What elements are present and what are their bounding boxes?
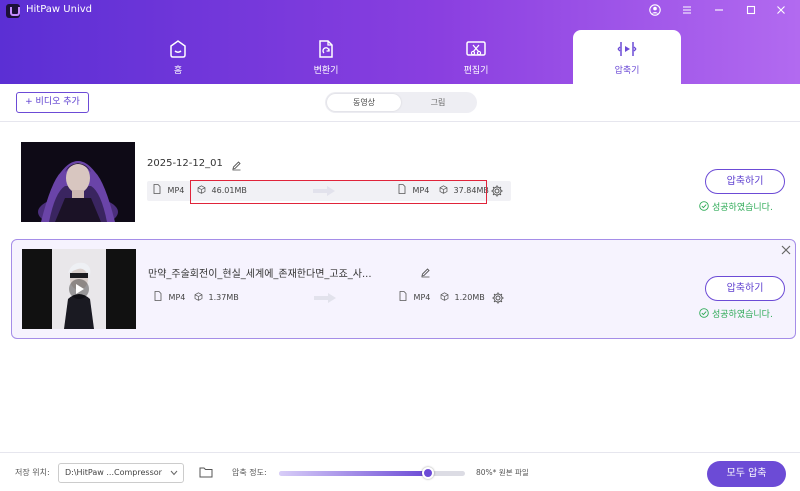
save-location-label: 저장 위치:: [15, 468, 50, 477]
tab-label: 압축기: [614, 66, 640, 76]
tab-editor[interactable]: 편집기: [422, 30, 530, 84]
file-icon: [153, 184, 161, 194]
converter-icon: [319, 40, 333, 58]
chevron-down-icon: [170, 470, 178, 476]
account-icon[interactable]: [646, 2, 664, 18]
file-name: 2025-12-12_01: [147, 158, 223, 169]
compression-level-label: 압축 정도:: [232, 468, 267, 477]
target-format: MP4: [399, 288, 430, 308]
tab-compressor[interactable]: 압축기: [573, 30, 681, 84]
title-bar: HitPaw Univd 홈 변환기 편집기 압축기: [0, 0, 800, 84]
edit-name-icon[interactable]: [420, 267, 431, 278]
cube-icon: [440, 292, 449, 301]
video-thumbnail[interactable]: [22, 249, 136, 329]
source-size-label: 1.37MB: [208, 293, 239, 302]
app-title: HitPaw Univd: [26, 4, 92, 15]
source-size: 1.37MB: [194, 288, 239, 308]
toolbar: + 비디오 추가 동영상 그림: [0, 84, 800, 122]
compression-info-row: MP4 1.37MB MP4 1.20MB: [148, 288, 512, 308]
compress-button[interactable]: 압축하기: [705, 276, 785, 301]
home-icon: [170, 40, 186, 58]
file-icon: [399, 291, 407, 301]
target-format-label: MP4: [413, 293, 431, 302]
cube-icon: [194, 292, 203, 301]
remove-file-icon[interactable]: [780, 244, 792, 256]
tab-label: 변환기: [313, 66, 339, 76]
compression-slider-track[interactable]: [279, 471, 465, 476]
maximize-icon[interactable]: [742, 2, 760, 18]
tab-label: 홈: [173, 66, 183, 76]
segment-image[interactable]: 그림: [401, 94, 475, 111]
bottom-bar: 저장 위치: D:\HitPaw ...Compressor 압축 정도: 80…: [0, 452, 800, 491]
compression-level-value: 80%* 원본 파일: [476, 468, 529, 477]
file-icon: [154, 291, 162, 301]
media-type-toggle: 동영상 그림: [325, 92, 477, 113]
tab-home[interactable]: 홈: [124, 30, 232, 84]
source-format: MP4: [153, 181, 184, 201]
compress-all-button[interactable]: 모두 압축: [707, 461, 786, 487]
compression-slider-thumb[interactable]: [421, 467, 434, 479]
edit-name-icon[interactable]: [231, 160, 242, 171]
status-text: 성공하였습니다.: [712, 310, 773, 320]
compress-button[interactable]: 압축하기: [705, 169, 785, 194]
check-circle-icon: [699, 308, 709, 318]
editor-icon: [466, 41, 486, 56]
video-thumbnail[interactable]: [21, 142, 135, 222]
settings-gear-icon[interactable]: [490, 184, 504, 198]
file-card-selected[interactable]: 만약_주술회전이_현실_세계에_존재한다면_고죠_사... MP4 1.37MB…: [11, 239, 796, 339]
compression-slider-fill: [279, 471, 428, 476]
tab-converter[interactable]: 변환기: [272, 30, 380, 84]
source-format-label: MP4: [168, 293, 186, 302]
target-size: 1.20MB: [440, 288, 485, 308]
status-text: 성공하였습니다.: [712, 203, 773, 213]
settings-gear-icon[interactable]: [491, 291, 505, 305]
minimize-icon[interactable]: [710, 2, 728, 18]
menu-icon[interactable]: [678, 2, 696, 18]
target-size-label: 1.20MB: [454, 293, 485, 302]
tab-label: 편집기: [463, 66, 489, 76]
file-name: 만약_주술회전이_현실_세계에_존재한다면_고죠_사...: [148, 269, 372, 280]
save-path-select[interactable]: D:\HitPaw ...Compressor: [58, 463, 184, 483]
arrow-right-icon: [314, 293, 336, 303]
compressor-icon: [617, 42, 637, 56]
status-message: 성공하였습니다.: [699, 307, 795, 320]
status-message: 성공하였습니다.: [699, 200, 795, 213]
source-format: MP4: [154, 288, 185, 308]
folder-icon[interactable]: [199, 466, 213, 478]
check-circle-icon: [699, 201, 709, 211]
close-window-icon[interactable]: [772, 2, 790, 18]
source-format-label: MP4: [167, 186, 185, 195]
app-logo-icon: [6, 4, 20, 18]
add-video-button[interactable]: + 비디오 추가: [16, 92, 89, 113]
save-path-value: D:\HitPaw ...Compressor: [65, 468, 162, 477]
segment-video[interactable]: 동영상: [327, 94, 401, 111]
highlight-annotation: [190, 180, 487, 204]
